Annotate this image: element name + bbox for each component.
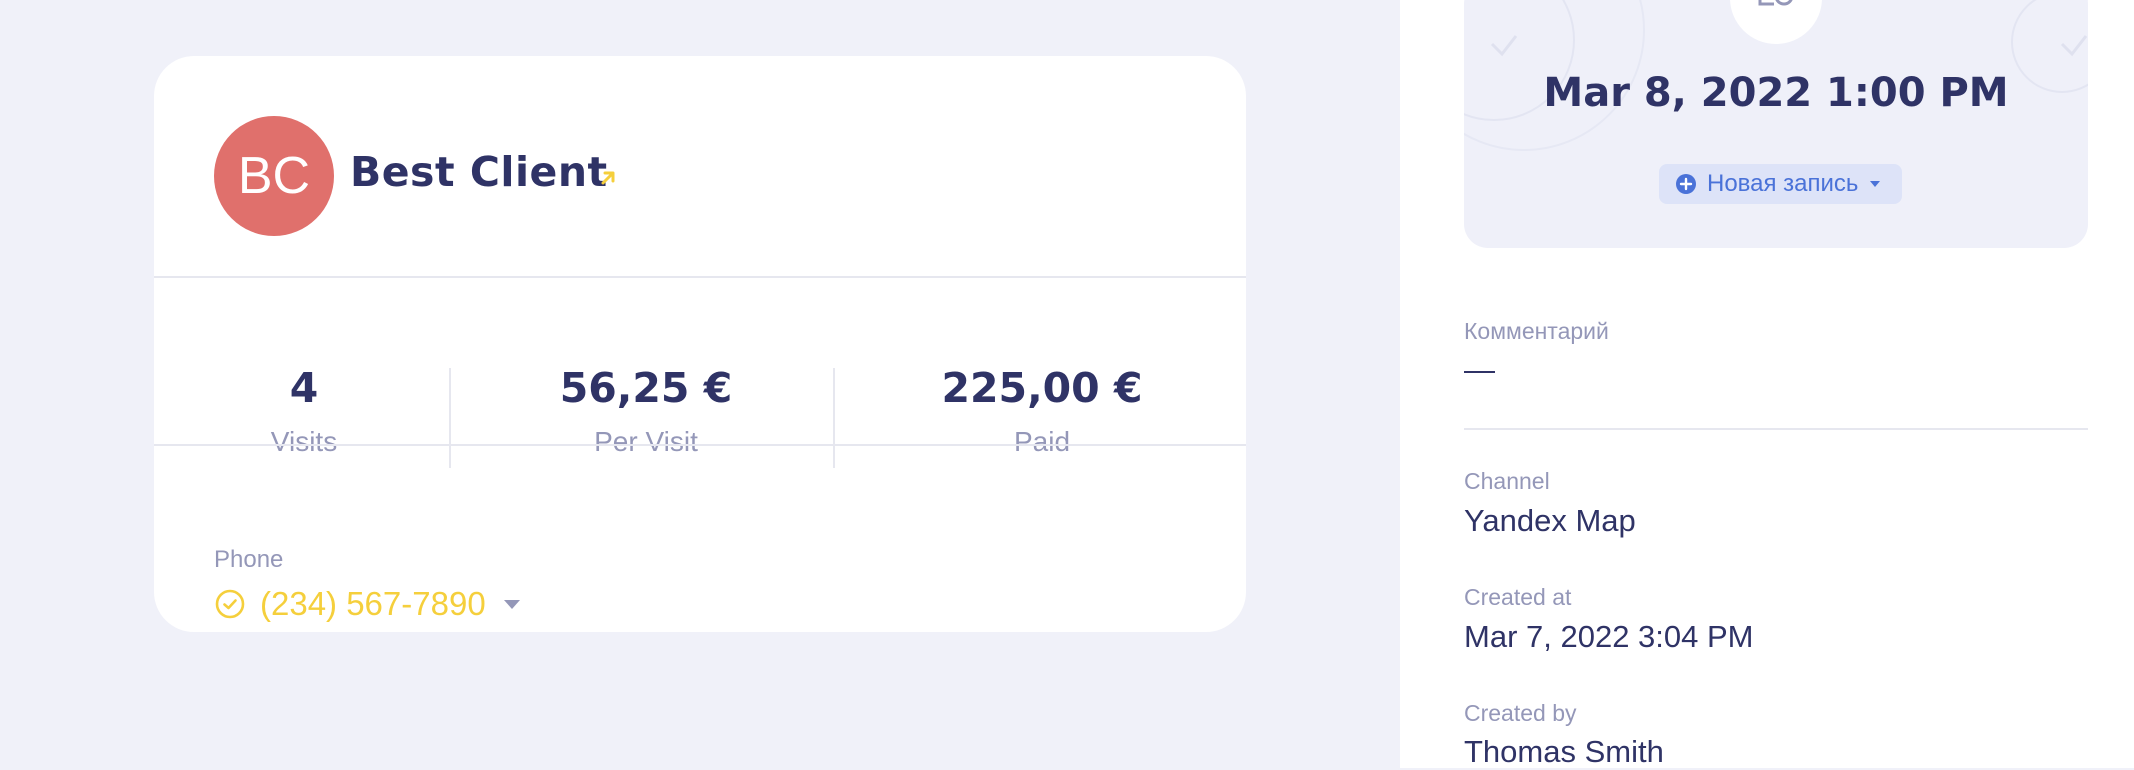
arrow-up-right-icon	[601, 171, 615, 185]
stat-paid-label: Paid	[1013, 426, 1071, 457]
avatar-initials: BC	[237, 147, 311, 205]
appointment-card: Mar 8, 2022 1:00 PM Новая запись	[1464, 0, 2088, 248]
created-at-label: Created at	[1464, 584, 1572, 610]
open-client-link[interactable]	[590, 160, 626, 196]
stat-visits-label: Visits	[270, 426, 338, 457]
stat-paid-value: 225,00 €	[941, 364, 1143, 412]
client-header: BC Best Client	[154, 56, 1246, 276]
created-at-value: Mar 7, 2022 3:04 PM	[1464, 619, 1754, 654]
client-name[interactable]: Best Client	[350, 148, 608, 196]
stat-visits-value: 4	[289, 364, 319, 412]
stat-separator	[833, 368, 835, 468]
stat-per-visit-value: 56,25 €	[559, 364, 733, 412]
comment-value: —	[1464, 352, 1495, 387]
chevron-down-icon	[1870, 181, 1881, 187]
client-stats: 4 Visits 56,25 € Per Visit 225,00 € Paid	[154, 334, 1246, 484]
check-circle-icon	[215, 589, 245, 619]
channel-value: Yandex Map	[1464, 503, 1636, 538]
decorative-circles	[1464, 0, 2088, 151]
chevron-down-icon[interactable]	[503, 599, 520, 609]
divider	[1464, 428, 2088, 430]
divider	[154, 444, 1246, 446]
new-entry-label: Новая запись	[1707, 170, 1859, 197]
phone-dropdown[interactable]: (234) 567-7890	[214, 584, 520, 624]
appointment-datetime: Mar 8, 2022 1:00 PM	[1543, 70, 2009, 116]
plus-circle-icon	[1676, 174, 1696, 194]
created-by-label: Created by	[1464, 700, 1577, 726]
created-by-value: Thomas Smith	[1464, 734, 1664, 769]
client-card: BC Best Client 4 Visits 56,25 € Per Visi…	[154, 56, 1246, 632]
phone-label: Phone	[214, 546, 284, 573]
divider	[154, 276, 1246, 278]
stat-per-visit-label: Per Visit	[594, 426, 698, 457]
avatar: BC	[214, 116, 334, 236]
channel-label: Channel	[1464, 468, 1550, 494]
phone-number[interactable]: (234) 567-7890	[260, 585, 486, 623]
details-panel: Mar 8, 2022 1:00 PM Новая запись Коммент…	[1400, 0, 2134, 769]
stat-separator	[449, 368, 451, 468]
comment-label: Комментарий	[1464, 318, 1609, 344]
calendar-clock-icon	[1758, 0, 1793, 6]
new-entry-button[interactable]: Новая запись	[1659, 164, 1903, 204]
